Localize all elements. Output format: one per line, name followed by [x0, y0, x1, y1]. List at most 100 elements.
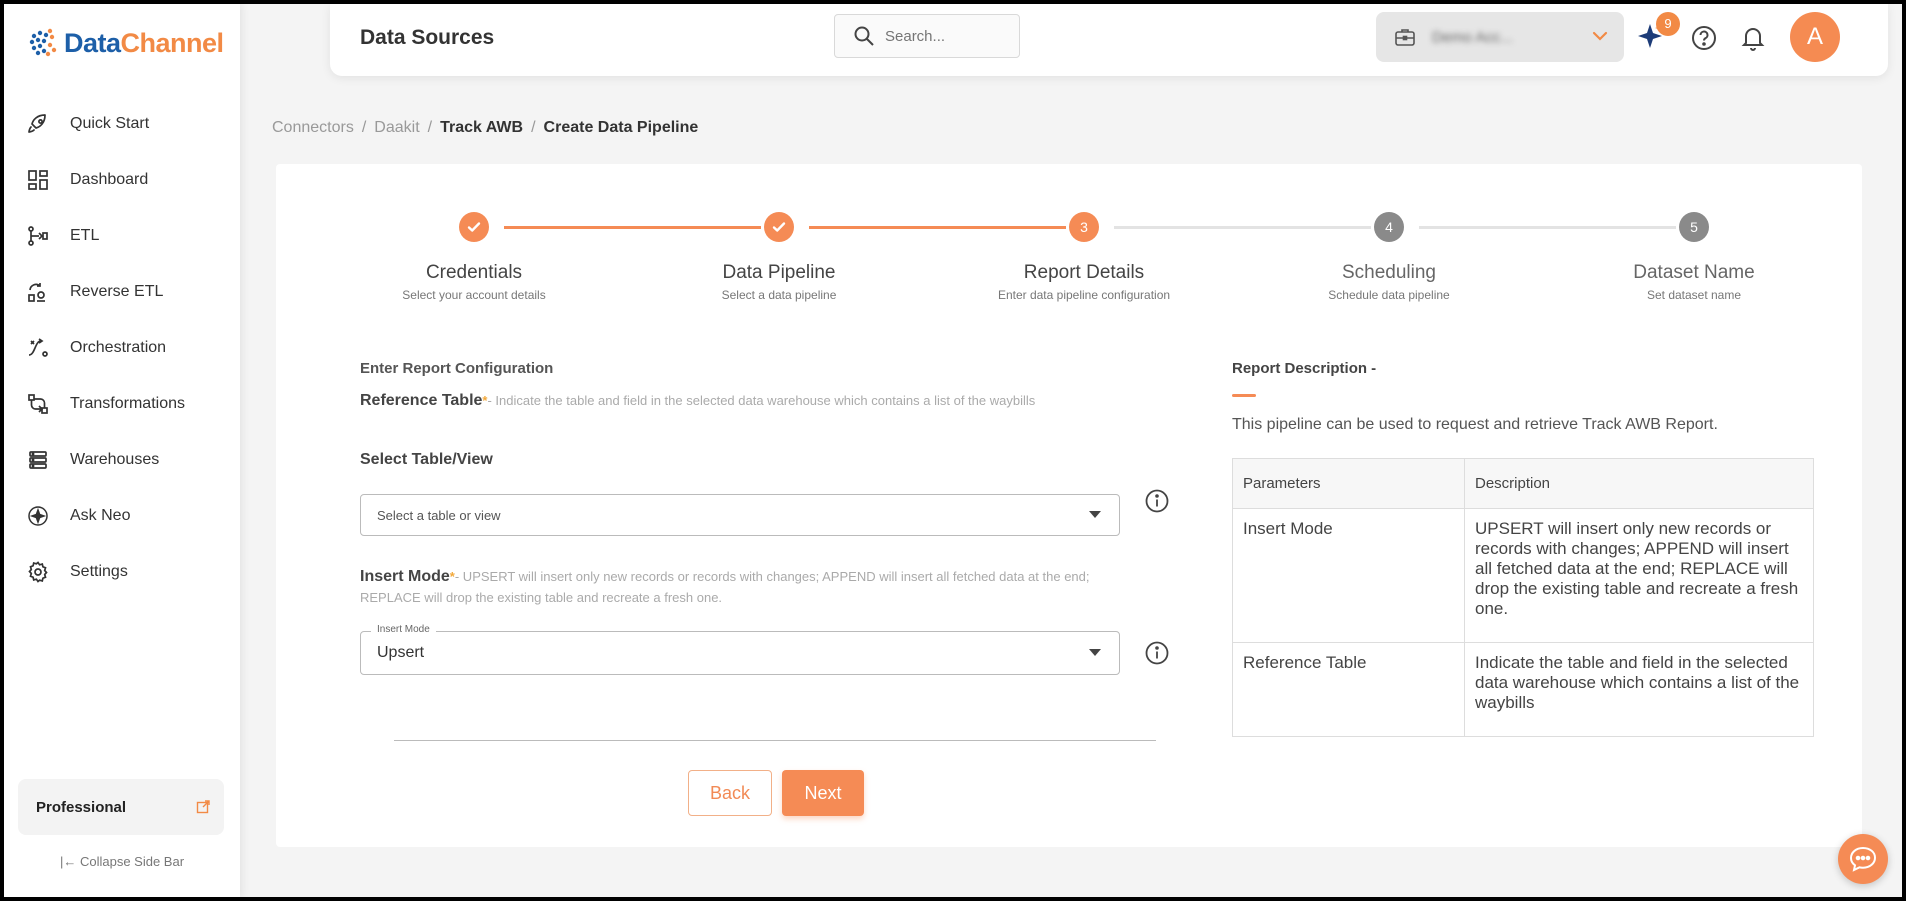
collapse-label: Collapse Side Bar	[79, 854, 185, 869]
rocket-icon	[28, 114, 46, 133]
external-link-icon[interactable]	[196, 800, 210, 814]
reverse-etl-icon	[28, 283, 45, 302]
step-5-label: Dataset Name Set dataset name	[1574, 262, 1814, 302]
reference-table-help: Reference Table*- Indicate the table and…	[360, 390, 1090, 411]
insert-mode-field-label: Insert Mode	[371, 624, 436, 635]
breadcrumb-separator: /	[531, 119, 536, 136]
sidebar-item-label: Dashboard	[70, 171, 149, 188]
step-connector-4-5	[1419, 226, 1676, 229]
step-title: Scheduling	[1341, 262, 1437, 283]
step-connector-1-2	[504, 226, 761, 229]
title-underline	[1232, 394, 1256, 397]
search-input[interactable]	[885, 27, 1005, 45]
sidebar-nav: Quick Start Dashboard ETL Reverse ETL Or…	[4, 96, 240, 600]
account-name: Demo Acc...	[1432, 28, 1513, 46]
insert-mode-help-text: - UPSERT will insert only new records or…	[360, 569, 1090, 605]
insert-mode-label: Insert Mode	[360, 568, 450, 585]
sidebar-item-label: Orchestration	[70, 339, 167, 356]
bell-icon[interactable]	[1740, 24, 1766, 52]
breadcrumb-daakit[interactable]: Daakit	[374, 119, 419, 136]
step-connector-2-3	[809, 226, 1066, 229]
chevron-down-icon	[1592, 31, 1608, 41]
step-3-indicator: 3	[1069, 212, 1099, 242]
step-2-label: Data Pipeline Select a data pipeline	[659, 262, 899, 302]
collapse-sidebar-button[interactable]: |← Collapse Side Bar	[4, 854, 240, 869]
sidebar-item-label: Ask Neo	[70, 507, 131, 524]
breadcrumb-separator: /	[361, 119, 367, 136]
insert-mode-value: Upsert	[377, 644, 425, 661]
logo[interactable]: DataChannel	[26, 26, 224, 60]
briefcase-icon	[1395, 29, 1415, 46]
sidebar-item-dashboard[interactable]: Dashboard	[4, 152, 240, 208]
table-cell-parameter: Insert Mode	[1232, 508, 1465, 643]
parameters-table: Parameters Description Insert Mode UPSER…	[1232, 458, 1814, 737]
search-icon	[854, 26, 874, 46]
logo-text-data: Data	[64, 27, 121, 58]
info-icon[interactable]	[1144, 640, 1170, 666]
insert-mode-select[interactable]: Insert Mode Upsert	[360, 624, 1120, 675]
sidebar-item-label: Warehouses	[70, 451, 160, 468]
logo-text: DataChannel	[64, 28, 224, 59]
plan-name: Professional	[36, 798, 127, 816]
step-subtitle: Set dataset name	[1646, 288, 1742, 302]
sidebar-item-orchestration[interactable]: Orchestration	[4, 320, 240, 376]
reference-table-label: Reference Table	[360, 392, 483, 409]
next-button[interactable]: Next	[782, 770, 864, 816]
step-1-indicator	[459, 212, 489, 242]
sidebar-item-label: Transformations	[70, 395, 185, 412]
page-title: Data Sources	[360, 26, 495, 49]
back-button[interactable]: Back	[688, 770, 772, 816]
sidebar-item-transformations[interactable]: Transformations	[4, 376, 240, 432]
breadcrumb-connectors[interactable]: Connectors	[272, 119, 354, 136]
table-header-description: Description	[1464, 458, 1814, 509]
step-title: Data Pipeline	[722, 262, 836, 283]
chat-bubble-icon	[1849, 846, 1877, 872]
check-icon	[467, 222, 481, 232]
sidebar-item-etl[interactable]: ETL	[4, 208, 240, 264]
help-icon[interactable]	[1690, 24, 1718, 52]
step-subtitle: Schedule data pipeline	[1328, 288, 1450, 302]
table-header-row: Parameters Description	[1232, 458, 1814, 509]
table-view-select[interactable]: Select a table or view	[360, 494, 1120, 536]
step-title: Credentials	[425, 262, 523, 283]
step-3-label: Report Details Enter data pipeline confi…	[964, 262, 1204, 302]
plan-card[interactable]: Professional	[18, 779, 224, 835]
info-icon[interactable]	[1144, 488, 1170, 514]
search-box[interactable]	[834, 14, 1020, 58]
table-view-placeholder: Select a table or view	[377, 507, 501, 523]
sidebar-item-warehouses[interactable]: Warehouses	[4, 432, 240, 488]
account-selector[interactable]: Demo Acc...	[1376, 12, 1624, 62]
step-5-indicator: 5	[1679, 212, 1709, 242]
form-divider	[394, 740, 1156, 741]
insert-mode-help: Insert Mode*- UPSERT will insert only ne…	[360, 566, 1090, 608]
breadcrumb-separator: /	[427, 119, 433, 136]
breadcrumb-track-awb[interactable]: Track AWB	[440, 119, 523, 136]
pipeline-card: Credentials Select your account details …	[276, 164, 1862, 847]
sidebar-item-label: ETL	[70, 227, 100, 244]
table-cell-description: Indicate the table and field in the sele…	[1464, 642, 1814, 737]
sidebar-item-quick-start[interactable]: Quick Start	[4, 96, 240, 152]
sidebar-item-ask-neo[interactable]: Ask Neo	[4, 488, 240, 544]
collapse-icon: |←	[59, 854, 77, 869]
sidebar-item-settings[interactable]: Settings	[4, 544, 240, 600]
top-bar: Data Sources Demo Acc... 9 A	[330, 4, 1888, 76]
step-connector-3-4	[1114, 226, 1371, 229]
step-4-label: Scheduling Schedule data pipeline	[1269, 262, 1509, 302]
step-title: Report Details	[1023, 262, 1145, 283]
transformations-icon	[28, 394, 48, 414]
table-row: Reference Table Indicate the table and f…	[1232, 642, 1814, 737]
report-description-title: Report Description -	[1232, 360, 1377, 377]
chat-support-button[interactable]	[1838, 834, 1888, 884]
logo-icon	[29, 28, 57, 57]
check-icon	[772, 222, 786, 232]
avatar[interactable]: A	[1790, 12, 1840, 62]
step-2-indicator	[764, 212, 794, 242]
app-frame: DataChannel Quick Start Dashboard ETL Re…	[4, 4, 1902, 897]
logo-text-channel: Channel	[120, 27, 225, 58]
sidebar-item-reverse-etl[interactable]: Reverse ETL	[4, 264, 240, 320]
reference-table-help-text: - Indicate the table and field in the se…	[487, 393, 1036, 408]
table-header-parameters: Parameters	[1232, 458, 1465, 509]
breadcrumb: Connectors / Daakit / Track AWB / Create Data …	[272, 119, 698, 137]
caret-down-icon	[1089, 511, 1101, 518]
sidebar-item-label: Reverse ETL	[70, 283, 164, 300]
